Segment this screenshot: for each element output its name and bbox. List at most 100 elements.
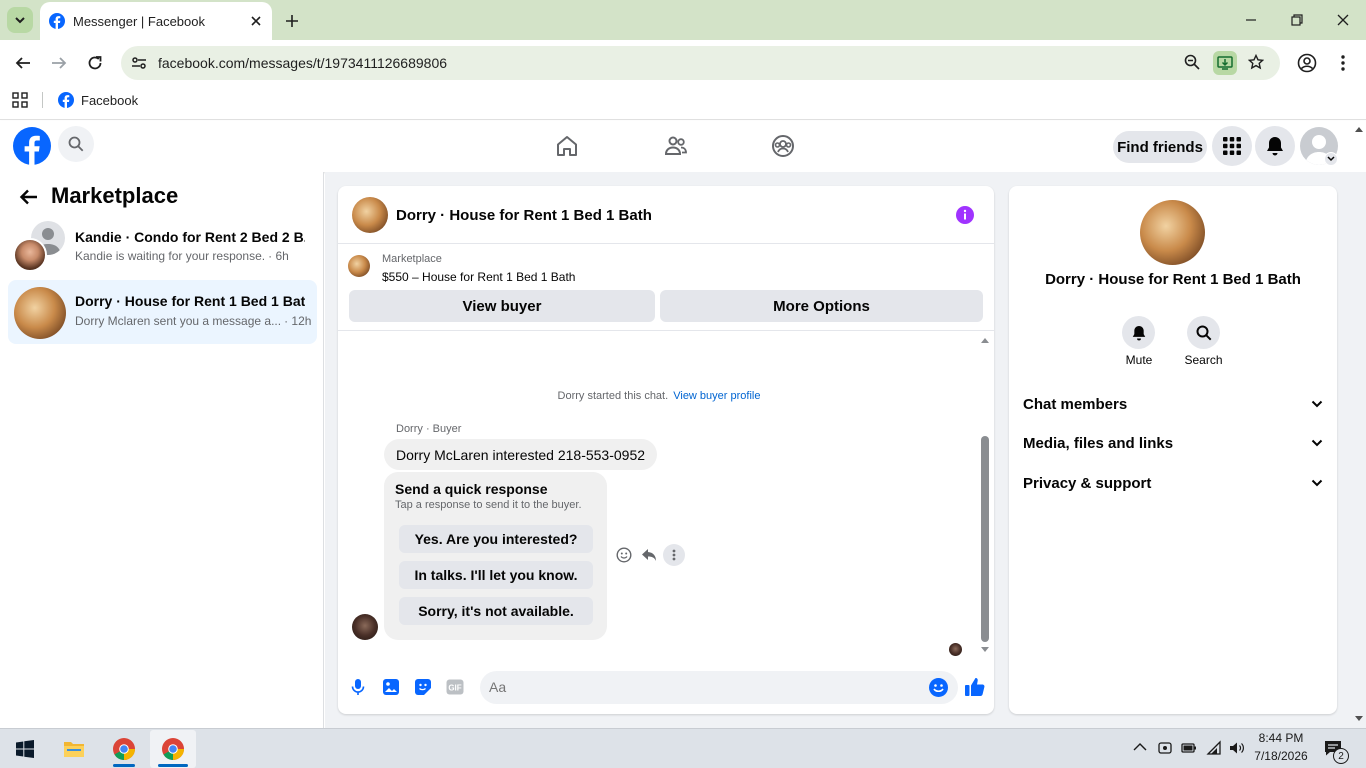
react-emoji-icon[interactable]: [616, 547, 632, 563]
conversation-preview: Dorry Mclaren sent you a message a...: [75, 314, 282, 328]
notifications-button[interactable]: [1255, 126, 1295, 166]
bell-icon: [1132, 325, 1146, 341]
browser-tab[interactable]: Messenger | Facebook: [40, 2, 272, 40]
thumbs-up-icon[interactable]: [964, 676, 986, 698]
start-button[interactable]: [2, 730, 48, 768]
search-conversation-button[interactable]: [1187, 316, 1220, 349]
facebook-search-button[interactable]: [58, 126, 94, 162]
running-indicator: [113, 764, 135, 767]
close-tab-icon[interactable]: [246, 11, 266, 31]
find-friends-button[interactable]: Find friends: [1113, 131, 1207, 163]
restore-icon: [1291, 14, 1303, 26]
more-actions-button[interactable]: [663, 544, 685, 566]
bookmark-label: Facebook: [81, 92, 139, 108]
back-button[interactable]: [11, 51, 35, 75]
scroll-up-icon[interactable]: [980, 336, 990, 344]
accordion-label: Chat members: [1023, 395, 1128, 413]
chevron-down-icon: [14, 14, 26, 26]
microphone-icon[interactable]: [350, 678, 366, 696]
groups-icon[interactable]: [771, 134, 795, 158]
facebook-logo-icon[interactable]: [13, 127, 51, 165]
svg-text:GIF: GIF: [448, 684, 461, 693]
file-explorer-button[interactable]: [51, 730, 97, 768]
chrome-taskbar-button[interactable]: [101, 730, 147, 768]
chrome-active-taskbar-button[interactable]: [150, 730, 196, 768]
bookmarks-bar: [0, 86, 1366, 120]
conversation-time: · 6h: [268, 249, 289, 263]
arrow-left-icon: [15, 55, 31, 71]
scroll-down-icon[interactable]: [980, 646, 990, 654]
info-avatar: [1140, 200, 1205, 265]
apps-grid-icon[interactable]: [12, 92, 28, 108]
accordion-chat-members[interactable]: Chat members: [1023, 392, 1323, 416]
emoji-icon[interactable]: [929, 678, 948, 697]
menu-button[interactable]: [1212, 126, 1252, 166]
message-bubble[interactable]: Dorry McLaren interested 218-553-0952: [384, 439, 658, 470]
chevron-down-icon: [1311, 439, 1323, 447]
tab-title: Messenger | Facebook: [73, 13, 205, 29]
install-app-icon[interactable]: [1213, 51, 1237, 75]
gif-icon[interactable]: GIF: [446, 679, 464, 695]
zoom-icon[interactable]: [1184, 54, 1200, 70]
page-scroll-down-icon[interactable]: [1354, 715, 1364, 723]
accordion-media-files-links[interactable]: Media, files and links: [1023, 431, 1323, 455]
accordion-privacy-support[interactable]: Privacy & support: [1023, 471, 1323, 495]
restore-button[interactable]: [1285, 8, 1309, 32]
folder-icon: [63, 740, 85, 758]
chevron-up-icon[interactable]: [1133, 742, 1147, 752]
quick-response-button[interactable]: Yes. Are you interested?: [399, 525, 593, 553]
bell-icon: [1266, 136, 1284, 156]
bookmark-star-icon[interactable]: [1248, 54, 1264, 70]
info-icon[interactable]: [956, 206, 974, 224]
facebook-favicon-icon: [58, 92, 74, 108]
header-divider: [338, 243, 994, 244]
view-buyer-button[interactable]: View buyer: [349, 290, 655, 322]
conversation-time: · 12h: [284, 314, 312, 328]
sticker-icon[interactable]: [414, 678, 432, 696]
network-icon[interactable]: [1206, 740, 1222, 756]
volume-icon[interactable]: [1229, 740, 1245, 756]
back-arrow-icon[interactable]: [19, 187, 39, 207]
profile-icon[interactable]: [1297, 53, 1317, 73]
page-scroll-up-icon[interactable]: [1354, 125, 1364, 133]
friends-icon[interactable]: [664, 134, 688, 158]
minimize-icon: [1245, 14, 1257, 26]
chevron-down-icon: [1311, 479, 1323, 487]
mute-button[interactable]: [1122, 316, 1155, 349]
address-bar[interactable]: facebook.com/messages/t/1973411126689806: [121, 46, 1280, 80]
meet-now-icon[interactable]: [1158, 740, 1172, 756]
listing-title[interactable]: $550 – House for Rent 1 Bed 1 Bath: [382, 270, 575, 284]
conversation-preview-row: Kandie is waiting for your response. · 6…: [75, 249, 289, 263]
new-tab-button[interactable]: [281, 10, 303, 32]
message-input-box[interactable]: [480, 671, 958, 704]
chat-header-avatar: [352, 197, 388, 233]
quick-response-button[interactable]: In talks. I'll let you know.: [399, 561, 593, 589]
clock-date[interactable]: 7/18/2026: [1248, 749, 1314, 763]
reload-button[interactable]: [83, 51, 107, 75]
quick-response-button[interactable]: Sorry, it's not available.: [399, 597, 593, 625]
close-window-button[interactable]: [1331, 8, 1355, 32]
photo-icon[interactable]: [382, 678, 400, 696]
reply-icon[interactable]: [641, 547, 657, 563]
bookmark-facebook[interactable]: Facebook: [58, 92, 138, 108]
tab-search-button[interactable]: [7, 7, 33, 33]
battery-icon[interactable]: [1181, 741, 1197, 755]
listing-source: Marketplace: [382, 253, 442, 265]
clock-time[interactable]: 8:44 PM: [1252, 731, 1310, 745]
message-input[interactable]: [489, 679, 909, 695]
sidebar-title: Marketplace: [51, 183, 179, 208]
message-scrollbar-thumb[interactable]: [981, 436, 989, 642]
account-chevron-icon[interactable]: [1324, 152, 1338, 166]
more-options-button[interactable]: More Options: [660, 290, 983, 322]
plus-icon: [285, 14, 299, 28]
browser-menu-icon[interactable]: [1335, 53, 1351, 73]
notification-count-badge: 2: [1333, 748, 1349, 764]
home-icon[interactable]: [555, 134, 579, 158]
listing-divider: [338, 330, 994, 331]
site-settings-icon[interactable]: [131, 55, 147, 71]
forward-button[interactable]: [47, 51, 71, 75]
view-buyer-profile-link[interactable]: View buyer profile: [673, 390, 760, 402]
search-label: Search: [1184, 353, 1223, 367]
chrome-icon: [161, 737, 185, 761]
minimize-button[interactable]: [1239, 8, 1263, 32]
